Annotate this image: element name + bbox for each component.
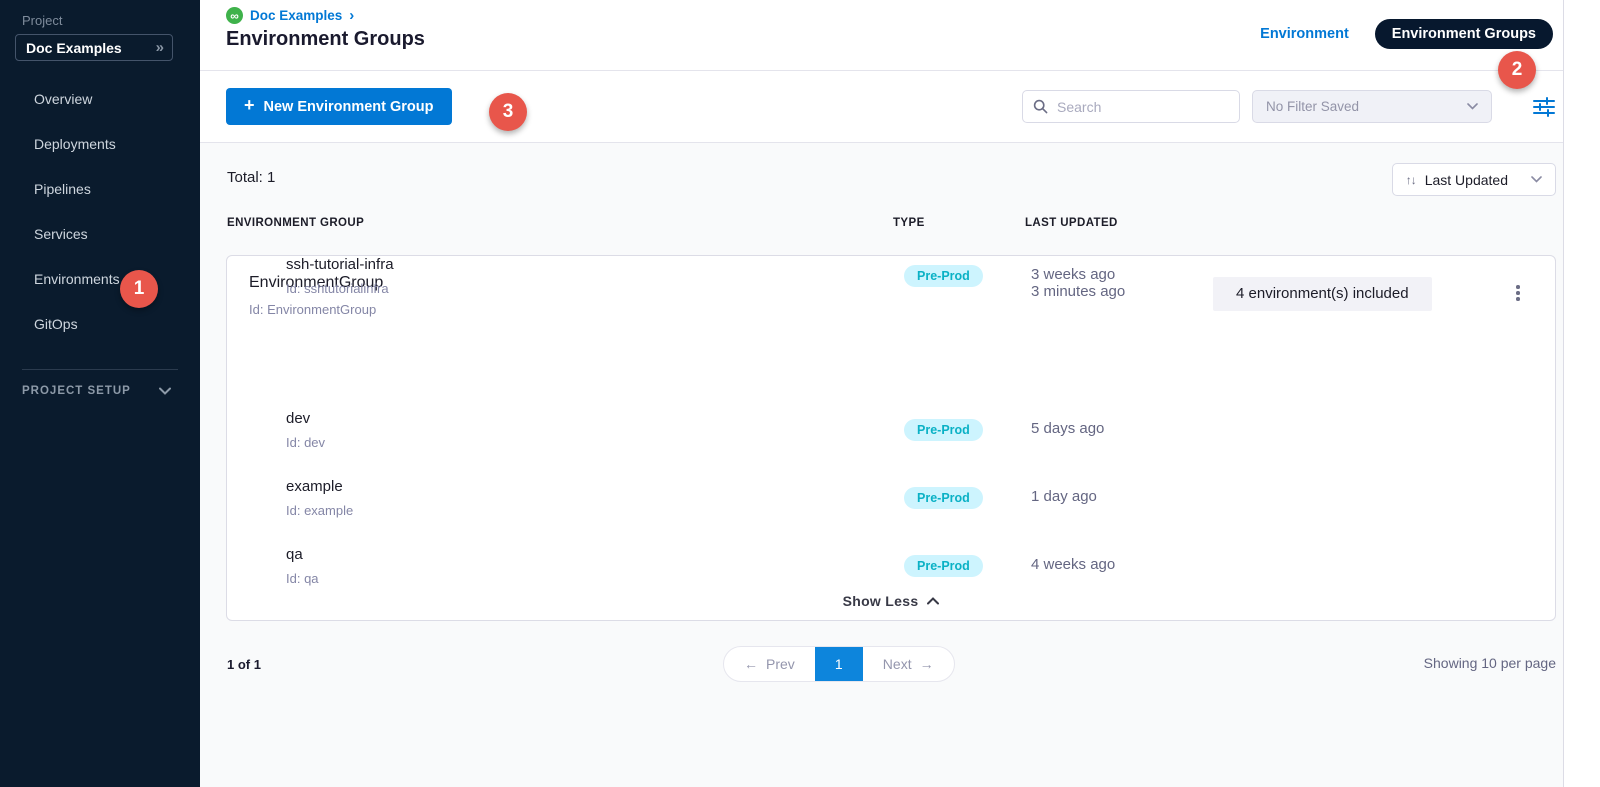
- chevron-down-icon: [1531, 176, 1542, 183]
- sidebar-nav: Overview Deployments Pipelines Services …: [0, 77, 200, 347]
- environment-type-badge: Pre-Prod: [904, 555, 983, 577]
- environment-name: qa: [286, 546, 303, 563]
- sidebar-item-services[interactable]: Services: [0, 212, 200, 257]
- environment-row-ssh-tutorial-infra[interactable]: ssh-tutorial-infra Id: sshtutorialinfra …: [227, 256, 1555, 318]
- breadcrumb-separator-icon: ›: [349, 7, 354, 24]
- breadcrumb-project-link[interactable]: Doc Examples: [250, 8, 342, 23]
- per-page-info: Showing 10 per page: [1424, 655, 1556, 671]
- plus-icon: +: [244, 95, 255, 116]
- new-environment-group-label: New Environment Group: [264, 99, 434, 115]
- sidebar-item-deployments[interactable]: Deployments: [0, 122, 200, 167]
- new-environment-group-button[interactable]: + New Environment Group: [226, 88, 452, 125]
- breadcrumb: ∞ Doc Examples ›: [226, 7, 354, 24]
- project-name: Doc Examples: [26, 40, 122, 56]
- environment-id: Id: example: [286, 503, 353, 518]
- column-last-updated: LAST UPDATED: [1025, 217, 1118, 229]
- environment-last-updated: 3 weeks ago: [1031, 266, 1115, 283]
- left-arrow-icon: ←: [744, 647, 758, 681]
- project-selector[interactable]: Doc Examples »: [15, 34, 173, 61]
- environment-name: example: [286, 478, 343, 495]
- sidebar: Project Doc Examples » Overview Deployme…: [0, 0, 200, 787]
- sidebar-item-overview[interactable]: Overview: [0, 77, 200, 122]
- environment-name: ssh-tutorial-infra: [286, 256, 394, 273]
- current-page-button[interactable]: 1: [815, 647, 863, 681]
- page-title: Environment Groups: [226, 28, 425, 51]
- environment-type-badge: Pre-Prod: [904, 265, 983, 287]
- chevron-down-icon: [159, 387, 171, 395]
- tab-environment[interactable]: Environment: [1260, 26, 1349, 42]
- environment-last-updated: 1 day ago: [1031, 488, 1097, 505]
- next-label: Next: [883, 647, 912, 681]
- environment-last-updated: 4 weeks ago: [1031, 556, 1115, 573]
- environment-group-card: EnvironmentGroup Id: EnvironmentGroup 3 …: [226, 255, 1556, 621]
- column-type: TYPE: [893, 217, 925, 229]
- sidebar-item-gitops[interactable]: GitOps: [0, 302, 200, 347]
- search-box: [1022, 90, 1240, 123]
- environment-last-updated: 5 days ago: [1031, 420, 1104, 437]
- sidebar-item-project-setup[interactable]: PROJECT SETUP: [22, 385, 171, 397]
- page-info: 1 of 1: [227, 657, 261, 672]
- column-environment-group: ENVIRONMENT GROUP: [227, 217, 364, 229]
- project-setup-label: PROJECT SETUP: [22, 385, 131, 397]
- next-page-button[interactable]: Next →: [863, 647, 954, 681]
- environment-id: Id: sshtutorialinfra: [286, 281, 389, 296]
- search-icon: [1033, 99, 1048, 114]
- filter-sliders-icon: [1532, 96, 1556, 118]
- sort-arrows-icon: ↑↓: [1406, 173, 1416, 187]
- chevron-down-icon: [1467, 103, 1478, 110]
- saved-filter-select[interactable]: No Filter Saved: [1252, 90, 1492, 123]
- double-chevron-right-icon: »: [156, 39, 162, 56]
- annotation-badge-3: 3: [489, 93, 527, 131]
- table-header: ENVIRONMENT GROUP TYPE LAST UPDATED: [200, 217, 1563, 237]
- prev-page-button[interactable]: ← Prev: [724, 647, 815, 681]
- annotation-badge-2: 2: [1498, 51, 1536, 89]
- app-root: Project Doc Examples » Overview Deployme…: [0, 0, 1600, 787]
- project-label: Project: [22, 13, 62, 28]
- prev-label: Prev: [766, 647, 795, 681]
- environment-name: dev: [286, 410, 310, 427]
- filter-panel-button[interactable]: [1530, 94, 1558, 120]
- sidebar-item-environments[interactable]: Environments: [0, 257, 200, 302]
- environment-type-badge: Pre-Prod: [904, 487, 983, 509]
- toolbar: + New Environment Group No Filter Saved: [200, 71, 1563, 143]
- sidebar-divider: [22, 369, 178, 370]
- environment-type-badge: Pre-Prod: [904, 419, 983, 441]
- annotation-badge-1: 1: [120, 270, 158, 308]
- show-less-label: Show Less: [843, 593, 919, 609]
- chevron-up-icon: [927, 597, 939, 605]
- page-header: ∞ Doc Examples › Environment Groups Envi…: [200, 0, 1563, 71]
- sort-value: Last Updated: [1425, 172, 1508, 188]
- environment-row-dev[interactable]: dev Id: dev Pre-Prod 5 days ago: [227, 410, 1555, 472]
- cd-module-icon: ∞: [226, 7, 243, 24]
- environment-id: Id: dev: [286, 435, 325, 450]
- environment-row-example[interactable]: example Id: example Pre-Prod 1 day ago: [227, 478, 1555, 540]
- tab-environment-groups[interactable]: Environment Groups: [1375, 19, 1553, 49]
- pagination: ← Prev 1 Next →: [723, 646, 955, 682]
- view-toggle: Environment Environment Groups: [1260, 19, 1553, 49]
- sidebar-item-pipelines[interactable]: Pipelines: [0, 167, 200, 212]
- environment-id: Id: qa: [286, 571, 319, 586]
- scroll-gutter: [1563, 0, 1600, 787]
- right-arrow-icon: →: [920, 647, 934, 681]
- saved-filter-value: No Filter Saved: [1266, 99, 1359, 114]
- sort-select[interactable]: ↑↓ Last Updated: [1392, 163, 1556, 196]
- content-area: Total: 1 ↑↓ Last Updated ENVIRONMENT GRO…: [200, 143, 1563, 787]
- main-area: ∞ Doc Examples › Environment Groups Envi…: [200, 0, 1563, 787]
- search-input[interactable]: [1055, 98, 1229, 116]
- total-count: Total: 1: [227, 169, 275, 186]
- show-less-button[interactable]: Show Less: [227, 593, 1555, 609]
